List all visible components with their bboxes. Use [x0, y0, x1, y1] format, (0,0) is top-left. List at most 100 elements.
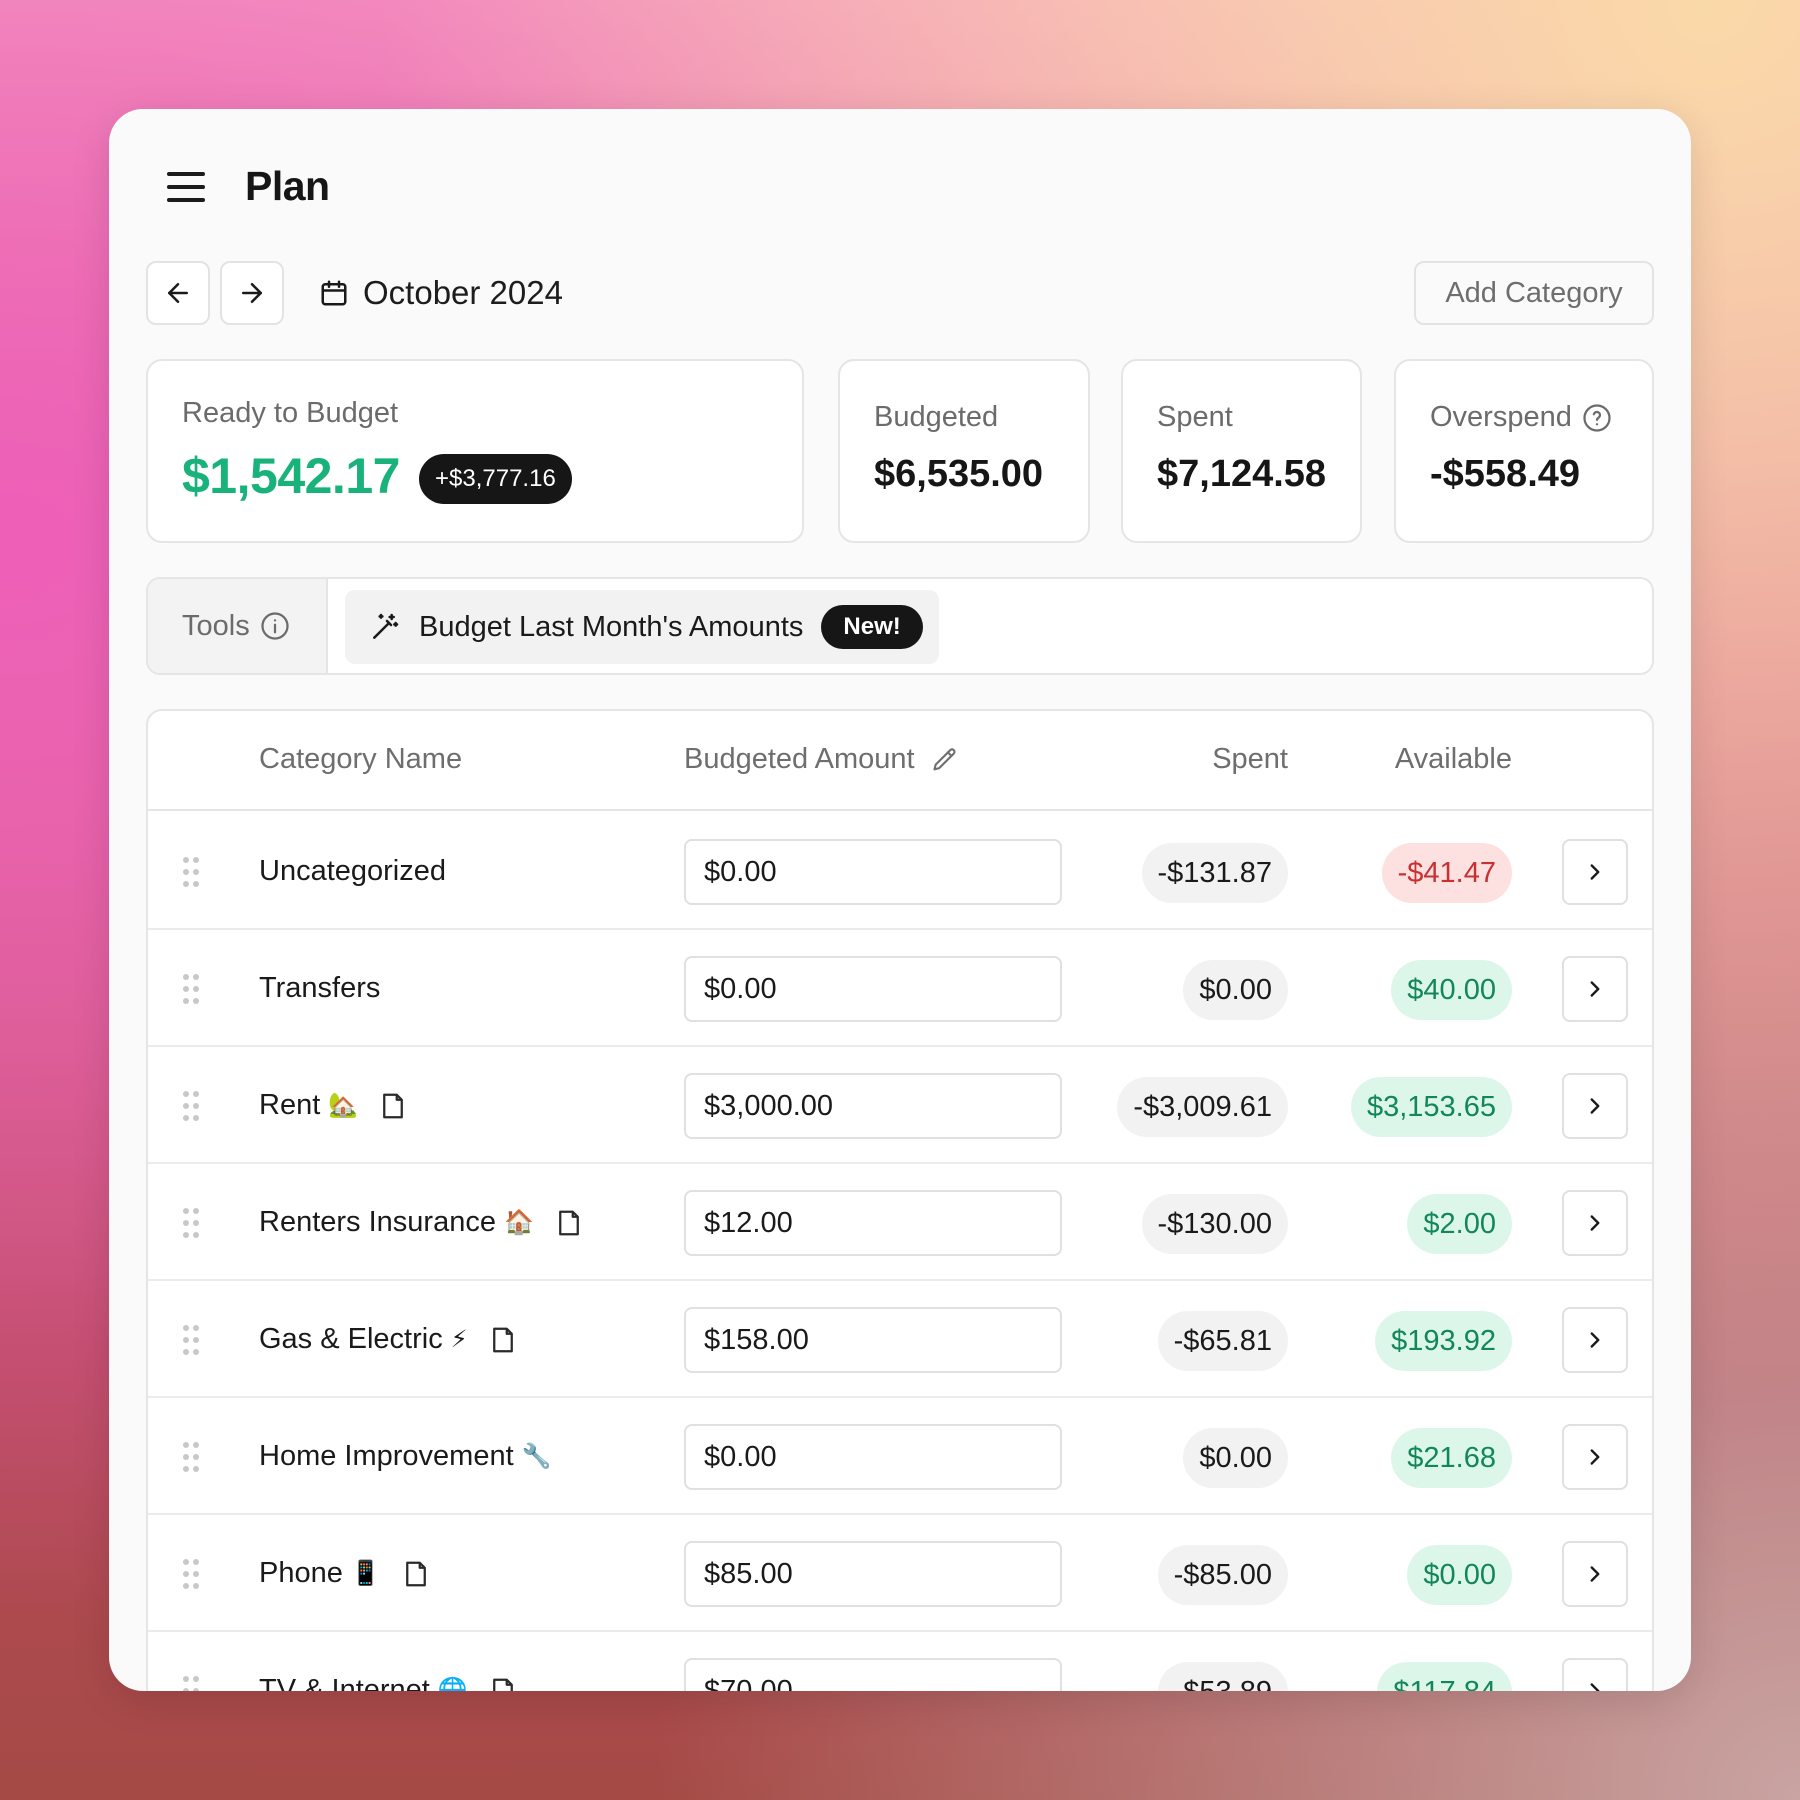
tools-bar: Tools Budget Last Month's Amounts New! [146, 577, 1654, 675]
header-available: Available [1394, 743, 1512, 775]
chevron-right-icon [1582, 1678, 1608, 1691]
available-amount: $21.68 [1391, 1428, 1512, 1488]
note-icon[interactable] [488, 1325, 518, 1355]
category-name: Rent [259, 1089, 321, 1121]
row-details-button[interactable] [1562, 1541, 1628, 1607]
magic-wand-icon [373, 613, 399, 639]
arrow-right-icon [242, 283, 262, 303]
table-row: Transfers $0.00 $40.00 [148, 930, 1652, 1047]
budgeted-amount-input[interactable] [684, 1658, 1062, 1691]
spent-value: $7,124.58 [1157, 453, 1327, 495]
note-icon[interactable] [378, 1091, 408, 1121]
table-row: Phone 📱 -$85.00 $0.00 [148, 1515, 1652, 1632]
category-emoji: 📱 [350, 1560, 381, 1587]
spent-amount: -$131.87 [1141, 843, 1288, 903]
help-circle-icon[interactable] [1582, 403, 1612, 433]
category-emoji: ⚡ [450, 1326, 468, 1353]
chevron-right-icon [1582, 976, 1608, 1002]
category-name: Uncategorized [259, 855, 446, 887]
category-name-cell: Gas & Electric ⚡ [259, 1281, 518, 1398]
info-icon[interactable] [260, 611, 290, 641]
ready-to-budget-label: Ready to Budget [182, 397, 399, 429]
note-icon[interactable] [554, 1208, 584, 1238]
budgeted-amount-input[interactable] [684, 1424, 1062, 1490]
budgeted-card: Budgeted $6,535.00 [838, 359, 1090, 543]
note-icon[interactable] [488, 1676, 518, 1691]
category-name-cell: TV & Internet 🌐 [259, 1632, 518, 1691]
category-name: Transfers [259, 972, 381, 1004]
ready-to-budget-value: $1,542.17 [182, 448, 400, 504]
budgeted-amount-input[interactable] [684, 1541, 1062, 1607]
available-amount: $193.92 [1375, 1311, 1512, 1371]
spent-card: Spent $7,124.58 [1121, 359, 1362, 543]
category-name-cell: Transfers [259, 930, 380, 1047]
new-badge: New! [821, 605, 923, 649]
ready-to-budget-delta-badge: +$3,777.16 [419, 454, 572, 504]
chevron-right-icon [1582, 859, 1608, 885]
budgeted-value: $6,535.00 [874, 453, 1044, 495]
category-name-cell: Uncategorized [259, 813, 446, 930]
category-name-cell: Rent 🏡 [259, 1047, 408, 1164]
note-icon[interactable] [401, 1559, 431, 1589]
category-name: Phone [259, 1557, 343, 1589]
row-details-button[interactable] [1562, 956, 1628, 1022]
category-emoji: 🌐 [437, 1677, 468, 1691]
month-selector[interactable]: October 2024 [319, 271, 563, 315]
drag-handle-icon[interactable] [183, 1325, 203, 1355]
chevron-right-icon [1582, 1444, 1608, 1470]
row-details-button[interactable] [1562, 1658, 1628, 1691]
table-row: TV & Internet 🌐 -$53.89 $117.84 [148, 1632, 1652, 1691]
drag-handle-icon[interactable] [183, 1559, 203, 1589]
chevron-right-icon [1582, 1093, 1608, 1119]
pencil-icon[interactable] [931, 746, 959, 774]
category-emoji: 🔧 [521, 1443, 552, 1470]
header-budgeted-label: Budgeted Amount [684, 743, 915, 775]
chevron-right-icon [1582, 1210, 1608, 1236]
row-details-button[interactable] [1562, 1073, 1628, 1139]
category-name-cell: Home Improvement 🔧 [259, 1398, 552, 1515]
row-details-button[interactable] [1562, 1424, 1628, 1490]
overspend-label: Overspend [1430, 401, 1572, 433]
table-row: Renters Insurance 🏠 -$130.00 $2.00 [148, 1164, 1652, 1281]
budget-last-month-button[interactable]: Budget Last Month's Amounts New! [345, 590, 939, 664]
table-row: Rent 🏡 -$3,009.61 $3,153.65 [148, 1047, 1652, 1164]
available-amount: $2.00 [1407, 1194, 1512, 1254]
drag-handle-icon[interactable] [183, 1091, 203, 1121]
category-name: Renters Insurance [259, 1206, 496, 1238]
budgeted-amount-input[interactable] [684, 956, 1062, 1022]
drag-handle-icon[interactable] [183, 1208, 203, 1238]
table-row: Home Improvement 🔧 $0.00 $21.68 [148, 1398, 1652, 1515]
budgeted-amount-input[interactable] [684, 839, 1062, 905]
hamburger-menu-icon[interactable] [167, 172, 205, 202]
drag-handle-icon[interactable] [183, 974, 203, 1004]
category-emoji: 🏠 [503, 1209, 534, 1236]
available-amount: $0.00 [1407, 1545, 1512, 1605]
budgeted-label: Budgeted [874, 401, 999, 433]
add-category-button[interactable]: Add Category [1414, 261, 1654, 325]
budgeted-amount-input[interactable] [684, 1307, 1062, 1373]
overspend-card: Overspend -$558.49 [1394, 359, 1654, 543]
plan-card: Plan October 2024 Add Category Ready to … [109, 109, 1691, 1691]
category-name: Gas & Electric [259, 1323, 443, 1355]
page-title: Plan [245, 163, 330, 209]
drag-handle-icon[interactable] [183, 857, 203, 887]
drag-handle-icon[interactable] [183, 1442, 203, 1472]
tools-label: Tools [182, 609, 250, 642]
row-details-button[interactable] [1562, 1307, 1628, 1373]
header-category-name: Category Name [259, 743, 463, 775]
next-month-button[interactable] [220, 261, 284, 325]
row-details-button[interactable] [1562, 1190, 1628, 1256]
table-row: Uncategorized -$131.87 -$41.47 [148, 813, 1652, 930]
row-details-button[interactable] [1562, 839, 1628, 905]
available-amount: $40.00 [1391, 960, 1512, 1020]
previous-month-button[interactable] [146, 261, 210, 325]
spent-amount: -$85.00 [1157, 1545, 1288, 1605]
month-label: October 2024 [363, 274, 563, 311]
spent-amount: -$3,009.61 [1117, 1077, 1288, 1137]
budgeted-amount-input[interactable] [684, 1073, 1062, 1139]
category-table: Category Name Budgeted Amount Spent Avai… [146, 709, 1654, 1691]
drag-handle-icon[interactable] [183, 1676, 203, 1691]
category-emoji: 🏡 [328, 1092, 359, 1119]
budgeted-amount-input[interactable] [684, 1190, 1062, 1256]
overspend-value: -$558.49 [1430, 453, 1581, 495]
